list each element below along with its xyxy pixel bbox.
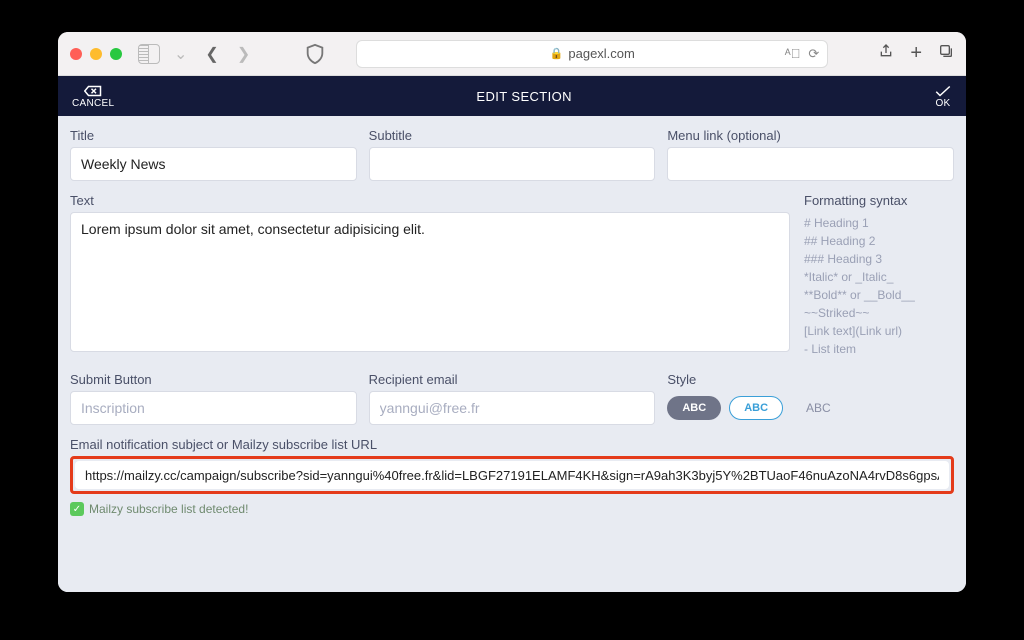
mailzy-label: Email notification subject or Mailzy sub…: [70, 437, 954, 452]
submit-button-label: Submit Button: [70, 372, 357, 387]
close-window-button[interactable]: [70, 48, 82, 60]
mailzy-highlight: [70, 456, 954, 494]
formatting-line: **Bold** or __Bold__: [804, 286, 954, 304]
ok-label: OK: [935, 98, 950, 109]
sidebar-toggle-button[interactable]: [138, 43, 160, 65]
share-icon[interactable]: [878, 43, 894, 64]
formatting-line: # Heading 1: [804, 214, 954, 232]
browser-chrome: ⌄ ❮ ❯ 🔒 pagexl.com ᴬ⃞ ⟳ +: [58, 32, 966, 76]
shield-icon[interactable]: [304, 43, 326, 65]
modal-header: CANCEL EDIT SECTION OK: [58, 76, 966, 116]
formatting-line: ### Heading 3: [804, 250, 954, 268]
back-button[interactable]: ❮: [201, 44, 222, 64]
check-icon: ✓: [70, 502, 84, 516]
success-text: Mailzy subscribe list detected!: [89, 502, 248, 516]
reload-icon[interactable]: ⟳: [808, 46, 819, 62]
title-input[interactable]: [70, 147, 357, 181]
form-body: Title Subtitle Menu link (optional) Text…: [58, 116, 966, 592]
recipient-input[interactable]: [369, 391, 656, 425]
url-text: pagexl.com: [568, 46, 634, 61]
modal-title: EDIT SECTION: [476, 89, 572, 104]
browser-window: ⌄ ❮ ❯ 🔒 pagexl.com ᴬ⃞ ⟳ + C: [58, 32, 966, 592]
new-tab-icon[interactable]: +: [910, 42, 922, 65]
style-label: Style: [667, 372, 954, 387]
menulink-label: Menu link (optional): [667, 128, 954, 143]
success-message: ✓ Mailzy subscribe list detected!: [70, 502, 954, 516]
reader-icon[interactable]: ᴬ⃞: [785, 46, 801, 62]
cancel-label: CANCEL: [72, 98, 114, 109]
lock-icon: 🔒: [550, 47, 564, 60]
formatting-line: - List item: [804, 340, 954, 358]
tabs-icon[interactable]: [938, 43, 954, 64]
style-option-plain[interactable]: ABC: [791, 395, 846, 421]
window-controls: [70, 48, 122, 60]
style-option-light[interactable]: ABC: [729, 396, 783, 420]
minimize-window-button[interactable]: [90, 48, 102, 60]
cancel-button[interactable]: CANCEL: [72, 84, 114, 109]
text-label: Text: [70, 193, 790, 208]
formatting-line: [Link text](Link url): [804, 322, 954, 340]
forward-button[interactable]: ❯: [233, 44, 254, 64]
formatting-title: Formatting syntax: [804, 193, 954, 208]
formatting-line: *Italic* or _Italic_: [804, 268, 954, 286]
mailzy-input[interactable]: [75, 461, 949, 489]
text-input[interactable]: [70, 212, 790, 352]
formatting-help: Formatting syntax # Heading 1 ## Heading…: [804, 193, 954, 358]
submit-button-input[interactable]: [70, 391, 357, 425]
formatting-line: ## Heading 2: [804, 232, 954, 250]
maximize-window-button[interactable]: [110, 48, 122, 60]
ok-button[interactable]: OK: [934, 84, 952, 109]
subtitle-input[interactable]: [369, 147, 656, 181]
menulink-input[interactable]: [667, 147, 954, 181]
subtitle-label: Subtitle: [369, 128, 656, 143]
style-option-dark[interactable]: ABC: [667, 396, 721, 420]
formatting-line: ~~Striked~~: [804, 304, 954, 322]
url-bar[interactable]: 🔒 pagexl.com ᴬ⃞ ⟳: [356, 40, 828, 68]
title-label: Title: [70, 128, 357, 143]
recipient-label: Recipient email: [369, 372, 656, 387]
sidebar-dropdown-icon[interactable]: ⌄: [170, 44, 191, 64]
